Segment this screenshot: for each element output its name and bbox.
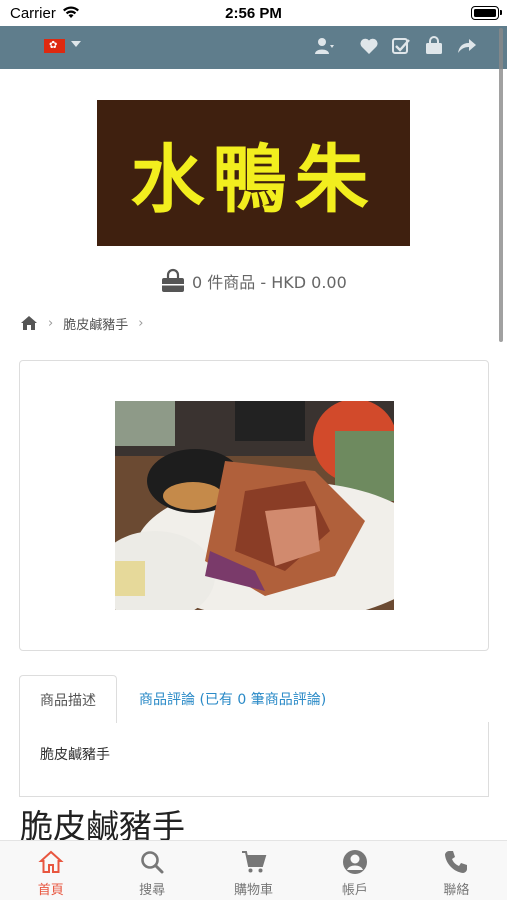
status-bar: Carrier 2:56 PM bbox=[0, 0, 507, 26]
battery-icon bbox=[471, 6, 499, 20]
logo-text: 水鴨朱 bbox=[130, 136, 377, 223]
product-tabs: 商品描述 商品評論 (已有 0 筆商品評論) bbox=[19, 675, 489, 723]
store-logo[interactable]: 水鴨朱 bbox=[97, 100, 410, 246]
phone-icon bbox=[445, 851, 468, 873]
nav-cart[interactable]: 購物車 bbox=[203, 841, 304, 900]
tab-reviews[interactable]: 商品評論 (已有 0 筆商品評論) bbox=[127, 675, 338, 723]
product-image-card bbox=[19, 360, 489, 651]
scrollbar[interactable] bbox=[499, 28, 503, 342]
nav-account-label: 帳戶 bbox=[341, 883, 368, 898]
bottom-nav: 首頁 搜尋 購物車 帳戶 聯絡 bbox=[0, 840, 507, 900]
nav-home-label: 首頁 bbox=[37, 883, 64, 898]
chevron-right-icon: › bbox=[48, 315, 54, 331]
breadcrumb: › 脆皮鹹豬手 › bbox=[20, 312, 143, 334]
nav-search-label: 搜尋 bbox=[139, 883, 166, 898]
home-icon[interactable] bbox=[20, 315, 38, 331]
battery-cap bbox=[500, 10, 502, 15]
nav-home[interactable]: 首頁 bbox=[0, 841, 101, 900]
chevron-right-icon: › bbox=[138, 315, 144, 331]
nav-search[interactable]: 搜尋 bbox=[101, 841, 202, 900]
share-icon[interactable] bbox=[457, 36, 477, 56]
description-text: 脆皮鹹豬手 bbox=[40, 747, 110, 763]
hong-kong-flag-icon[interactable]: ✿ bbox=[44, 39, 65, 53]
search-icon bbox=[141, 851, 164, 874]
tab-panel-description: 脆皮鹹豬手 bbox=[19, 722, 489, 797]
heart-icon[interactable] bbox=[359, 36, 379, 56]
account-icon bbox=[342, 850, 367, 874]
tab-description[interactable]: 商品描述 bbox=[19, 675, 117, 723]
cart-icon bbox=[241, 851, 266, 873]
clock: 2:56 PM bbox=[225, 5, 282, 22]
nav-contact-label: 聯絡 bbox=[443, 883, 470, 898]
checklist-icon[interactable] bbox=[391, 36, 411, 56]
cart-summary[interactable]: 0 件商品 - HKD 0.00 bbox=[160, 266, 347, 296]
top-bar: ✿ bbox=[0, 26, 507, 69]
nav-account[interactable]: 帳戶 bbox=[304, 841, 405, 900]
product-photo[interactable] bbox=[115, 401, 394, 610]
cart-summary-text: 0 件商品 - HKD 0.00 bbox=[192, 273, 347, 292]
shopping-bag-icon[interactable] bbox=[424, 36, 444, 56]
nav-cart-label: 購物車 bbox=[234, 883, 274, 898]
chevron-down-icon[interactable] bbox=[71, 41, 81, 47]
home-icon bbox=[38, 850, 64, 873]
user-icon[interactable] bbox=[314, 36, 334, 56]
shopping-bag-icon bbox=[162, 268, 184, 292]
breadcrumb-item-product[interactable]: 脆皮鹹豬手 bbox=[63, 314, 128, 333]
nav-contact[interactable]: 聯絡 bbox=[406, 841, 507, 900]
